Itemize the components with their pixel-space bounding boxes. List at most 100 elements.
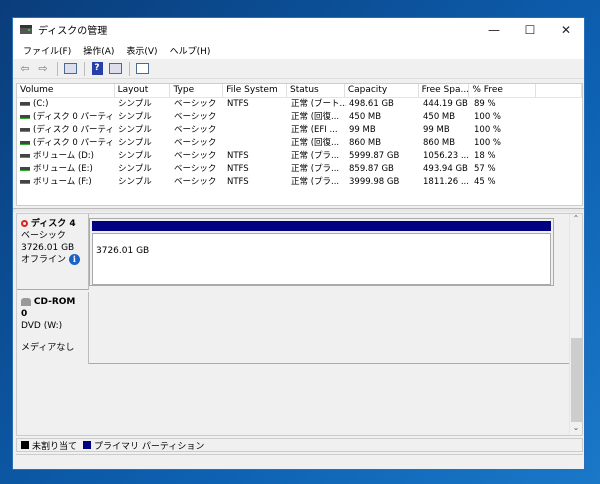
cell-layout: シンプル [115,111,171,124]
disk-management-window: ディスクの管理 — ☐ ✕ ファイル(F) 操作(A) 表示(V) ヘルプ(H)… [12,17,585,470]
column-blank[interactable] [536,84,582,97]
cell-capacity: 99 MB [346,124,420,137]
cdrom-0-label[interactable]: CD-ROM 0 DVD (W:) メディアなし [17,292,89,364]
volume-row[interactable]: (C:) シンプル ベーシック NTFS 正常 (ブート... 498.61 GB 444.… [17,98,582,111]
disk-4-type: ベーシック [21,231,66,241]
menu-help[interactable]: ヘルプ(H) [164,44,217,57]
cell-text: 57 % [474,164,496,174]
volume-list-header: Volume Layout Type File System Status Ca… [17,84,582,98]
console-tree-button[interactable] [62,62,78,76]
column-free-space[interactable]: Free Spa... [419,84,470,97]
cell-text: ベーシック [174,125,217,135]
cell-text: NTFS [227,99,249,109]
vertical-scrollbar[interactable]: ⌃ ⌄ [569,214,582,435]
cell-layout: シンプル [115,150,171,163]
cell-text: ベーシック [174,138,217,148]
column-status[interactable]: Status [287,84,345,97]
scroll-up-button[interactable]: ⌃ [570,214,582,226]
cell-text: 5999.87 GB [349,151,400,161]
cell-status: 正常 (プラ... [288,150,346,163]
cell-volume: (ディスク 0 パーティシ... [17,137,115,150]
cell-text: 498.61 GB [349,99,394,109]
disk-graphical-view: ディスク 4 ベーシック 3726.01 GB オフライン i 3726.01 … [16,213,583,436]
legend-unallocated: 未割り当て [32,441,78,452]
cell-text: 100 % [474,138,502,148]
cell-free-space: 1811.26 ... [420,176,471,189]
volume-icon [20,166,30,171]
column-percent-free[interactable]: % Free [469,84,537,97]
column-type[interactable]: Type [170,84,224,97]
menu-action[interactable]: 操作(A) [77,44,120,57]
cell-file-system [224,124,288,137]
forward-button[interactable]: ⇨ [35,62,51,76]
cell-free-space: 1056.23 ... [420,150,471,163]
cell-percent-free: 57 % [471,163,538,176]
cell-text: シンプル [118,164,152,174]
cell-file-system: NTFS [224,176,288,189]
scroll-down-button[interactable]: ⌄ [570,423,582,435]
column-capacity[interactable]: Capacity [345,84,419,97]
cell-status: 正常 (プラ... [288,176,346,189]
cell-volume: ボリューム (D:) [17,150,115,163]
cell-capacity: 450 MB [346,111,420,124]
cell-text: 正常 (プラ... [291,151,340,161]
menu-bar: ファイル(F) 操作(A) 表示(V) ヘルプ(H) [13,41,584,59]
console-tree-icon [63,63,77,74]
title-bar: ディスクの管理 — ☐ ✕ [13,18,584,41]
cell-text: ベーシック [174,177,217,187]
cell-free-space: 444.19 GB [420,98,471,111]
cell-status: 正常 (回復... [288,111,346,124]
cell-text: 100 % [474,112,502,122]
scrollbar-thumb[interactable] [571,338,582,422]
menu-file[interactable]: ファイル(F) [17,44,77,57]
info-icon[interactable]: i [68,254,80,265]
cell-text: 45 % [474,177,496,187]
maximize-button[interactable]: ☐ [512,18,548,41]
pane-splitter[interactable] [13,208,584,212]
volume-icon [20,127,30,132]
minimize-button[interactable]: — [476,18,512,41]
volume-row[interactable]: (ディスク 0 パーティシ...シンプル ベーシック 正常 (回復... 860 MB… [17,137,582,150]
volume-row[interactable]: (ディスク 0 パーティシ...シンプル ベーシック 正常 (回復... 450 MB… [17,111,582,124]
cell-file-system [224,137,288,150]
cell-volume: (C:) [17,98,115,111]
action-pane-button[interactable] [107,62,123,76]
cell-text: (C:) [33,99,49,109]
close-button[interactable]: ✕ [548,18,584,41]
column-layout[interactable]: Layout [115,84,171,97]
cell-status: 正常 (プラ... [288,163,346,176]
help-button[interactable]: ? [89,62,105,76]
disk-4-partition[interactable]: 3726.01 GB [89,218,554,286]
cell-text: 正常 (プラ... [291,164,340,174]
volume-row[interactable]: ボリューム (E:) シンプル ベーシック NTFS 正常 (プラ... 859.87 G… [17,163,582,176]
cell-text: ベーシック [174,112,217,122]
cell-percent-free: 18 % [471,150,538,163]
cell-type: ベーシック [171,137,224,150]
cell-text: 493.94 GB [423,164,468,174]
toolbar: ⇦ ⇨ ? [13,59,584,79]
cell-text: 450 MB [423,112,456,122]
cell-free-space: 860 MB [420,137,471,150]
menu-view[interactable]: 表示(V) [120,44,163,57]
cell-status: 正常 (EFI ... [288,124,346,137]
cell-text: 99 MB [349,125,376,135]
column-file-system[interactable]: File System [223,84,288,97]
cell-layout: シンプル [115,124,171,137]
cell-text: (ディスク 0 パーティシ... [33,125,115,135]
cell-file-system: NTFS [224,163,288,176]
cell-text: 18 % [474,151,496,161]
cell-text: 450 MB [349,112,382,122]
disk-4-size: 3726.01 GB [21,243,75,253]
disk-4-label[interactable]: ディスク 4 ベーシック 3726.01 GB オフライン i [17,214,89,290]
volume-row[interactable]: ボリューム (F:) シンプル ベーシック NTFS 正常 (プラ... 3999.98 … [17,176,582,189]
volume-row[interactable]: ボリューム (D:) シンプル ベーシック NTFS 正常 (プラ... 5999.87 … [17,150,582,163]
cell-type: ベーシック [171,98,224,111]
back-button[interactable]: ⇦ [17,62,33,76]
volume-list: Volume Layout Type File System Status Ca… [16,83,583,206]
properties-button[interactable] [134,62,150,76]
cell-free-space: 493.94 GB [420,163,471,176]
cell-capacity: 860 MB [346,137,420,150]
column-volume[interactable]: Volume [17,84,115,97]
cell-percent-free: 45 % [471,176,538,189]
volume-row[interactable]: (ディスク 0 パーティシ...シンプル ベーシック 正常 (EFI ... 99 M… [17,124,582,137]
